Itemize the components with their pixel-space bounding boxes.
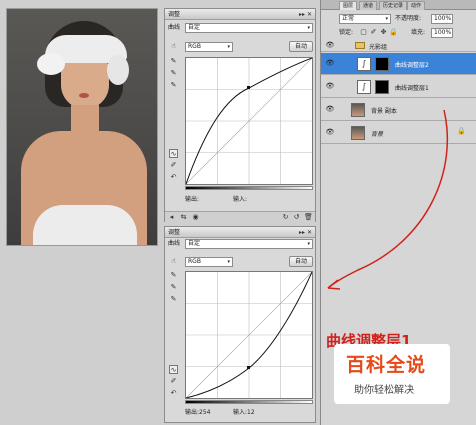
- opacity-value: 100%: [434, 15, 452, 22]
- feather-left: [37, 53, 65, 75]
- output-label-text: 输出:: [185, 409, 200, 416]
- tab-channels[interactable]: 通道: [359, 1, 378, 10]
- tab-actions[interactable]: 动作: [407, 1, 426, 10]
- fill-label: 填充:: [411, 29, 426, 36]
- tab-history[interactable]: 历史记录: [379, 1, 408, 10]
- eyedropper-white-icon[interactable]: ✎: [169, 81, 178, 90]
- eyedropper-black-icon[interactable]: ✎: [169, 57, 178, 66]
- output-label: 输出:254: [185, 408, 210, 418]
- visibility-eye-icon[interactable]: 👁: [321, 59, 339, 67]
- preset-select[interactable]: 自定 ▾: [185, 23, 313, 33]
- feather-right: [107, 55, 129, 85]
- blend-mode-value: 正常: [342, 15, 355, 22]
- fill-value: 100%: [434, 29, 452, 36]
- output-value: 254: [199, 409, 211, 416]
- preset-value: 自定: [188, 240, 201, 247]
- panel-title-bar[interactable]: 调整 ▸▸ ✕: [165, 9, 315, 20]
- input-label-text: 输入:: [233, 409, 248, 416]
- panel-close-icon[interactable]: ▸▸ ✕: [299, 9, 312, 20]
- channel-value: RGB: [188, 43, 201, 50]
- mouth: [79, 93, 89, 98]
- back-arrow-icon[interactable]: ◂: [167, 213, 176, 222]
- curve-svg: [185, 271, 313, 399]
- curves-label: 曲线: [168, 240, 181, 247]
- watermark-title: 百科全说: [346, 354, 427, 376]
- output-label: 输出:: [185, 196, 200, 203]
- curves-label: 曲线: [168, 24, 181, 31]
- eyedropper-gray-icon[interactable]: ✎: [169, 283, 178, 292]
- tab-layers[interactable]: 图层: [339, 1, 358, 10]
- auto-button[interactable]: 自动: [289, 256, 313, 267]
- chevron-down-icon: ▾: [307, 25, 310, 31]
- curve-svg: [185, 57, 313, 185]
- hand-target-icon[interactable]: ☝: [169, 257, 178, 266]
- hand-target-icon[interactable]: ☝: [169, 42, 178, 51]
- redo-icon[interactable]: ↺: [292, 213, 301, 222]
- channel-select[interactable]: RGB ▾: [185, 257, 233, 267]
- reset-icon[interactable]: ↻: [281, 213, 290, 222]
- eyedropper-gray-icon[interactable]: ✎: [169, 69, 178, 78]
- pencil-icon[interactable]: ✐: [169, 161, 178, 170]
- lock-label: 锁定:: [339, 29, 354, 36]
- visibility-icon[interactable]: ◉: [191, 213, 200, 222]
- curves-graph-bottom[interactable]: [185, 271, 313, 399]
- auto-button[interactable]: 自动: [289, 41, 313, 52]
- white-dress: [33, 205, 137, 245]
- lock-all-icon[interactable]: 🔒: [389, 28, 398, 37]
- layers-tabs: 图层 通道 历史记录 动作: [321, 0, 476, 10]
- opacity-input[interactable]: 100%: [431, 14, 453, 24]
- smooth-icon[interactable]: ↶: [169, 173, 178, 182]
- curves-graph-top[interactable]: [185, 57, 313, 185]
- panel-title-bar[interactable]: 调整 ▸▸ ✕: [165, 227, 315, 238]
- curve-point: [247, 366, 250, 369]
- watermark-logo: 百科全说 助你轻松解决: [334, 344, 450, 404]
- curve-edit-icon[interactable]: ∿: [169, 149, 178, 158]
- fill-input[interactable]: 100%: [431, 28, 453, 38]
- visibility-eye-icon[interactable]: 👁: [321, 41, 339, 49]
- layer-name: 光影组: [369, 44, 388, 51]
- watermark-subtitle: 助你轻松解决: [354, 385, 414, 396]
- preset-value: 自定: [188, 24, 201, 31]
- panel-title: 调整: [168, 11, 181, 18]
- panel-close-icon[interactable]: ▸▸ ✕: [299, 227, 312, 238]
- eyedropper-white-icon[interactable]: ✎: [169, 295, 178, 304]
- lock-pixels-icon[interactable]: ✐: [369, 28, 378, 37]
- panel-bottom-toolbar: ◂ ⇆ ◉ ↻ ↺ 🗑: [165, 211, 315, 222]
- adjustments-panel-bottom: 调整 ▸▸ ✕ 曲线 自定 ▾ ☝ RGB ▾ 自动 ✎ ✎ ✎ ∿ ✐ ↶ 输出:…: [164, 226, 316, 423]
- clip-layer-icon[interactable]: ⇆: [179, 213, 188, 222]
- preset-select[interactable]: 自定 ▾: [185, 239, 313, 249]
- visibility-eye-icon[interactable]: 👁: [321, 82, 339, 90]
- blend-mode-select[interactable]: 正常 ▾: [339, 14, 391, 24]
- gradient-bar-horizontal: [185, 186, 313, 190]
- opacity-label: 不透明度:: [395, 15, 422, 22]
- chevron-down-icon: ▾: [227, 44, 230, 50]
- adjustments-panel-top: 调整 ▸▸ ✕ 曲线 自定 ▾ ☝ RGB ▾ 自动 ✎ ✎ ✎ ∿ ✐ ↶ 输出:…: [164, 8, 316, 222]
- input-label: 输入:: [233, 196, 248, 203]
- input-label: 输入:12: [233, 408, 255, 418]
- chevron-down-icon: ▾: [307, 241, 310, 247]
- gradient-bar-horizontal: [185, 400, 313, 404]
- panel-title: 调整: [168, 229, 181, 236]
- input-value: 12: [247, 409, 255, 416]
- annotation-arrow: [327, 109, 449, 290]
- smooth-icon[interactable]: ↶: [169, 389, 178, 398]
- pencil-icon[interactable]: ✐: [169, 377, 178, 386]
- curve-point: [247, 86, 250, 89]
- chevron-down-icon: ▾: [227, 259, 230, 265]
- channel-value: RGB: [188, 258, 201, 265]
- lock-position-icon[interactable]: ✥: [379, 28, 388, 37]
- layer-name: 曲线调整层2: [395, 62, 429, 69]
- folder-icon: [355, 42, 365, 49]
- layer-mask-thumbnail: [375, 57, 389, 71]
- chevron-down-icon: ▾: [385, 16, 388, 22]
- curve-edit-icon[interactable]: ∿: [169, 365, 178, 374]
- eyedropper-black-icon[interactable]: ✎: [169, 271, 178, 280]
- channel-select[interactable]: RGB ▾: [185, 42, 233, 52]
- delete-icon[interactable]: 🗑: [304, 213, 313, 222]
- lock-transparent-icon[interactable]: ▢: [359, 28, 368, 37]
- curves-adjustment-thumbnail: ∫: [357, 57, 371, 71]
- document-canvas-photo[interactable]: [6, 8, 158, 246]
- layer-row-group[interactable]: 👁 光影组: [321, 40, 476, 52]
- layer-row-curves2[interactable]: 👁 ∫ 曲线调整层2: [321, 53, 476, 75]
